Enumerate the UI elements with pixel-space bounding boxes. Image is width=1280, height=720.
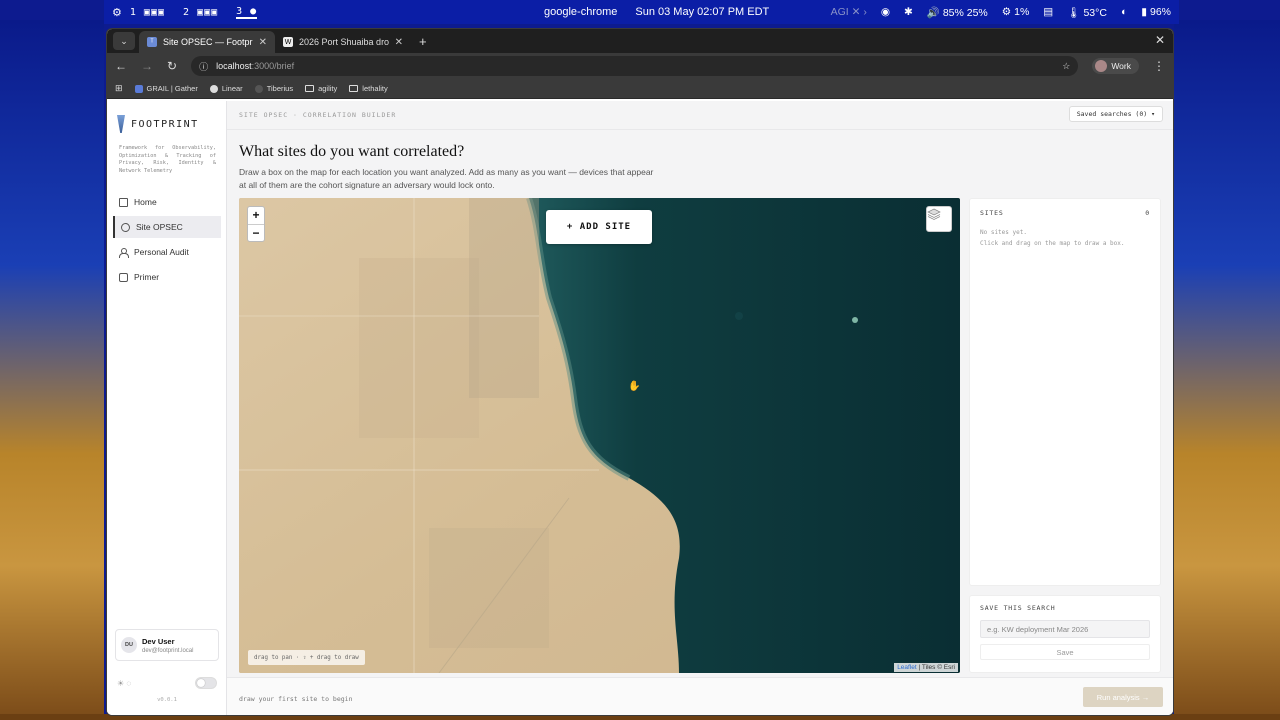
- sidebar-item-primer[interactable]: Primer: [107, 266, 226, 288]
- footprint-favicon-icon: ᵀ: [147, 37, 157, 47]
- workspace-3[interactable]: 3 ●: [236, 6, 258, 19]
- new-tab-icon[interactable]: +: [419, 34, 427, 49]
- zoom-control: + −: [247, 206, 265, 242]
- profile-button[interactable]: Work: [1092, 58, 1139, 74]
- linear-icon: [209, 84, 218, 93]
- sites-title: SITES: [980, 209, 1004, 217]
- wifi-icon[interactable]: ◉: [881, 6, 890, 18]
- sites-count: 0: [1145, 209, 1150, 217]
- version-label: v0.0.1: [157, 697, 177, 703]
- tab-port-shuaiba[interactable]: W 2026 Port Shuaiba drone attack ✕: [275, 31, 411, 53]
- sites-panel: SITES 0 No sites yet. Click and drag on …: [969, 198, 1161, 586]
- brand[interactable]: FOOTPRINT: [107, 101, 226, 133]
- run-analysis-button[interactable]: Run analysis →: [1083, 687, 1163, 707]
- grail-icon: [134, 84, 143, 93]
- sidebar: FOOTPRINT Framework for Observability, O…: [107, 101, 227, 715]
- reload-icon[interactable]: ↻: [167, 59, 177, 73]
- os-gear-icon[interactable]: ⚙: [112, 6, 122, 19]
- keyboard-icon: ▤: [1043, 6, 1054, 18]
- back-arrow-icon[interactable]: ←: [115, 59, 127, 73]
- volume-indicator[interactable]: 🔊 85% 25%: [927, 6, 988, 19]
- map-imagery: [239, 198, 960, 673]
- saved-searches-dropdown[interactable]: Saved searches (0) ▾: [1068, 106, 1163, 122]
- zoom-in-button[interactable]: +: [248, 207, 264, 225]
- theme-sun-moon-icon: ☀ ◌: [117, 678, 132, 688]
- theme-toggle[interactable]: [195, 677, 217, 689]
- bluetooth-icon[interactable]: ✱: [904, 6, 913, 18]
- cpu-indicator: ⚙ 1%: [1001, 6, 1030, 18]
- os-top-bar: ⚙ 1 ▣▣▣ 2 ▣▣▣ 3 ● google-chrome Sun 03 M…: [104, 0, 1179, 24]
- save-button[interactable]: Save: [980, 644, 1150, 660]
- temperature-indicator: 🌡 53°C: [1067, 6, 1107, 19]
- bookmark-folder-lethality[interactable]: lethality: [349, 84, 388, 93]
- close-tab-icon[interactable]: ✕: [395, 37, 403, 48]
- user-icon: [119, 247, 129, 258]
- search-name-input[interactable]: e.g. KW deployment Mar 2026: [980, 620, 1150, 638]
- brand-tagline: Framework for Observability, Optimizatio…: [119, 145, 216, 174]
- apps-grid-icon[interactable]: ⊞: [115, 83, 123, 94]
- workspace-2[interactable]: 2 ▣▣▣: [183, 7, 218, 18]
- map-attribution: Leaflet | Tiles © Esri: [894, 663, 958, 672]
- book-icon: [119, 272, 128, 282]
- footprint-app: FOOTPRINT Framework for Observability, O…: [107, 101, 1173, 715]
- footprint-logo-icon: [117, 115, 125, 133]
- tiberius-icon: [254, 84, 263, 93]
- status-message: draw your first site to begin: [239, 695, 353, 703]
- user-card[interactable]: DU Dev User dev@footprint.local: [115, 629, 219, 661]
- address-bar-row: ← → ↻ ⓘ localhost:3000/brief ☆ Work ⋮: [107, 53, 1173, 79]
- page-description: Draw a box on the map for each location …: [239, 167, 654, 190]
- os-datetime[interactable]: Sun 03 May 02:07 PM EDT: [635, 6, 769, 18]
- bookmark-grail[interactable]: GRAIL | Gather: [134, 84, 198, 93]
- bookmarks-bar: ⊞ GRAIL | Gather Linear Tiberius agility…: [107, 79, 1173, 99]
- hand-cursor-icon: ✋: [628, 381, 641, 392]
- site-info-icon[interactable]: ⓘ: [199, 60, 208, 73]
- workspace-1[interactable]: 1 ▣▣▣: [130, 7, 165, 18]
- home-icon: [119, 197, 128, 207]
- sidebar-item-home[interactable]: Home: [107, 191, 226, 213]
- theme-icon[interactable]: ◐: [1121, 6, 1127, 18]
- battery-indicator: ▮ 96%: [1141, 6, 1171, 18]
- agi-indicator[interactable]: AGI ✕ ›: [831, 6, 867, 18]
- circle-icon: [121, 222, 130, 232]
- folder-icon: [349, 85, 359, 92]
- browser-menu-icon[interactable]: ⋮: [1153, 59, 1165, 73]
- bookmark-tiberius[interactable]: Tiberius: [254, 84, 293, 93]
- leaflet-link[interactable]: Leaflet: [897, 664, 917, 671]
- url-bar[interactable]: ⓘ localhost:3000/brief ☆: [191, 56, 1079, 76]
- avatar: DU: [121, 637, 137, 653]
- active-app-name: google-chrome: [544, 6, 618, 18]
- zoom-out-button[interactable]: −: [248, 225, 264, 242]
- browser-window: ⌄ ᵀ Site OPSEC — Footprint ✕ W 2026 Port…: [106, 28, 1174, 716]
- map-hint: drag to pan · ⇧ + drag to draw: [248, 650, 365, 665]
- window-close-icon[interactable]: ✕: [1155, 33, 1165, 47]
- satellite-map[interactable]: + − + ADD SITE ✋ drag to pan · ⇧ + drag …: [239, 198, 960, 673]
- user-name: Dev User: [142, 636, 175, 646]
- add-site-button[interactable]: + ADD SITE: [546, 210, 652, 244]
- wikipedia-favicon-icon: W: [283, 37, 293, 47]
- sidebar-footer: ☀ ◌: [117, 677, 217, 689]
- action-footer: draw your first site to begin Run analys…: [227, 677, 1173, 715]
- folder-icon: [305, 85, 315, 92]
- sites-empty-state: No sites yet. Click and drag on the map …: [980, 229, 1125, 247]
- save-search-title: SAVE THIS SEARCH: [980, 604, 1056, 612]
- save-search-panel: SAVE THIS SEARCH e.g. KW deployment Mar …: [969, 595, 1161, 673]
- layers-icon: [927, 208, 941, 220]
- tab-search-chevron-icon[interactable]: ⌄: [113, 32, 135, 50]
- bookmark-folder-agility[interactable]: agility: [305, 84, 337, 93]
- layers-button[interactable]: [926, 206, 952, 232]
- profile-avatar: [1095, 60, 1108, 72]
- page-title: What sites do you want correlated?: [239, 143, 465, 160]
- sidebar-item-personal-audit[interactable]: Personal Audit: [107, 241, 226, 263]
- forward-arrow-icon[interactable]: →: [141, 59, 153, 73]
- sidebar-nav: Home Site OPSEC Personal Audit Primer: [107, 191, 226, 288]
- sidebar-item-site-opsec[interactable]: Site OPSEC: [113, 216, 221, 238]
- main-content: SITE OPSEC · CORRELATION BUILDER Saved s…: [227, 101, 1173, 715]
- user-email: dev@footprint.local: [142, 647, 194, 654]
- bookmark-linear[interactable]: Linear: [209, 84, 243, 93]
- breadcrumb: SITE OPSEC · CORRELATION BUILDER: [239, 111, 397, 119]
- close-tab-icon[interactable]: ✕: [259, 37, 267, 48]
- bookmark-star-icon[interactable]: ☆: [1062, 61, 1070, 72]
- tab-strip: ⌄ ᵀ Site OPSEC — Footprint ✕ W 2026 Port…: [107, 29, 1173, 53]
- tab-site-opsec[interactable]: ᵀ Site OPSEC — Footprint ✕: [139, 31, 275, 53]
